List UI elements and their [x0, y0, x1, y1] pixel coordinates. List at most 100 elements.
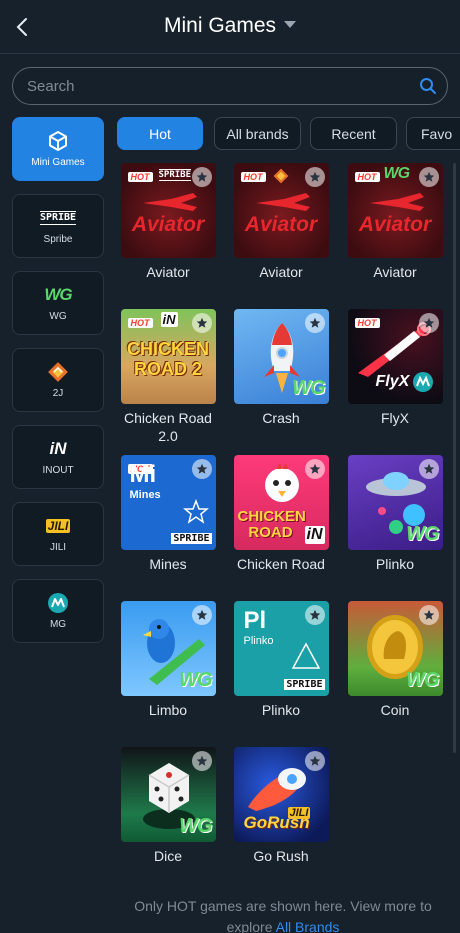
game-name: Plinko	[261, 702, 301, 718]
game-name: Coin	[380, 702, 410, 718]
game-name: Dice	[153, 848, 182, 864]
all-brands-link[interactable]: All Brands	[276, 919, 340, 933]
favorite-star-icon[interactable]	[418, 459, 439, 479]
scrollbar[interactable]	[453, 163, 456, 753]
sidebar-item-mini-games[interactable]: Mini Games	[12, 117, 104, 181]
tab-hot[interactable]: Hot	[117, 117, 203, 150]
wg-logo: WG	[44, 285, 72, 304]
cube-icon	[48, 130, 68, 152]
search-input[interactable]	[13, 68, 413, 104]
game-card-chicken-road-2[interactable]: HOT iN CHICKEN ROAD 2 Chicken Road 2.0	[118, 309, 218, 445]
game-card-plinko[interactable]: WG Plinko	[345, 455, 445, 573]
game-name: Plinko	[375, 556, 415, 572]
tab-recent[interactable]: Recent	[310, 117, 397, 150]
sidebar-item-label: JILI	[49, 542, 67, 553]
favorite-star-icon[interactable]	[191, 313, 212, 333]
game-card-dice[interactable]: WG Dice	[118, 747, 218, 865]
game-name: Chicken Road 2.0	[124, 410, 212, 444]
game-art-subtitle: Plinko	[243, 635, 274, 647]
sidebar-item-label: WG	[49, 311, 67, 322]
game-name: Go Rush	[253, 848, 309, 864]
game-art-title: CHICKEN ROAD 2	[126, 339, 209, 379]
game-thumbnail: HOT Aviator	[233, 163, 329, 258]
page-title-dropdown[interactable]: Mini Games	[0, 14, 460, 38]
tab-favorites[interactable]: Favo	[406, 117, 460, 150]
brand-mark: SPRIBE	[171, 533, 212, 544]
game-card-crash[interactable]: WG Crash	[231, 309, 331, 427]
sidebar-item-label: 2J	[52, 388, 64, 399]
game-card-limbo[interactable]: WG Limbo	[118, 601, 218, 719]
game-name: Crash	[262, 410, 300, 426]
game-card-chicken-road[interactable]: CHICKEN ROAD iN Chicken Road	[231, 455, 331, 573]
search-icon[interactable]	[419, 77, 437, 95]
favorite-star-icon[interactable]	[191, 605, 212, 625]
favorite-star-icon[interactable]	[304, 751, 325, 771]
game-name: Chicken Road	[237, 556, 325, 572]
page-title: Mini Games	[163, 14, 277, 37]
sidebar-item-mg[interactable]: MG	[12, 579, 104, 643]
tab-all-brands[interactable]: All brands	[214, 117, 301, 150]
plane-icon	[142, 193, 197, 211]
brand-mark: WG	[292, 377, 325, 399]
favorite-star-icon[interactable]	[304, 313, 325, 333]
game-thumbnail: HOT FlyX	[347, 309, 443, 404]
game-card-mines[interactable]: HOT Mi Mines SPRIBE Mines	[118, 455, 218, 573]
favorite-star-icon[interactable]	[191, 751, 212, 771]
game-thumbnail: HOT Mi Mines SPRIBE	[120, 455, 216, 550]
favorite-star-icon[interactable]	[304, 605, 325, 625]
brand-mark: WG	[179, 669, 212, 691]
sidebar-item-spribe[interactable]: SPRIBE Spribe	[12, 194, 104, 258]
game-thumbnail: HOT iN CHICKEN ROAD 2	[120, 309, 216, 404]
plane-icon	[255, 193, 310, 211]
game-art-title: FlyX	[375, 373, 410, 390]
game-art-title: Mi	[129, 461, 157, 488]
game-name: Mines	[149, 556, 187, 572]
favorite-star-icon[interactable]	[418, 605, 439, 625]
favorite-star-icon[interactable]	[418, 313, 439, 333]
brand-mark: iN	[304, 526, 325, 544]
game-card-coin[interactable]: WG Coin	[345, 601, 445, 719]
sidebar-item-label: Spribe	[43, 234, 73, 245]
game-name: Limbo	[148, 702, 188, 718]
game-art-title: Aviator	[131, 213, 205, 236]
game-thumbnail: WG	[233, 309, 329, 404]
brand-mark: SPRIBE	[284, 679, 325, 690]
brand-mark: SPRIBE	[158, 169, 192, 181]
chicken-icon	[264, 463, 299, 502]
sidebar-item-2j[interactable]: 2J	[12, 348, 104, 412]
favorite-star-icon[interactable]	[191, 459, 212, 479]
hot-badge: HOT	[354, 172, 380, 182]
game-card-aviator[interactable]: HOT SPRIBE Aviator Aviator	[118, 163, 218, 281]
sidebar-item-label: INOUT	[42, 465, 74, 476]
footer-note: Only HOT games are shown here. View more…	[118, 896, 448, 933]
favorite-star-icon[interactable]	[191, 167, 212, 187]
favorite-star-icon[interactable]	[304, 167, 325, 187]
sidebar-item-label: MG	[49, 619, 67, 630]
game-card-plinko-spribe[interactable]: Pl Plinko SPRIBE Plinko	[231, 601, 331, 719]
sidebar-item-jili[interactable]: JILI JILI	[12, 502, 104, 566]
hot-badge: HOT	[127, 172, 153, 182]
game-art-subtitle: Mines	[129, 489, 161, 501]
brand-mark: WG	[383, 165, 411, 182]
star-outline-icon	[182, 499, 209, 524]
favorite-star-icon[interactable]	[418, 167, 439, 187]
game-thumbnail: WG	[347, 601, 443, 696]
sidebar-item-wg[interactable]: WG WG	[12, 271, 104, 335]
game-card-aviator[interactable]: HOT WG Aviator Aviator	[345, 163, 445, 281]
game-thumbnail: GoRush JILI	[233, 747, 329, 842]
spribe-logo: SPRIBE	[39, 211, 77, 225]
game-card-aviator[interactable]: HOT Aviator Aviator	[231, 163, 331, 281]
game-name: Aviator	[259, 264, 303, 280]
favorite-star-icon[interactable]	[304, 459, 325, 479]
game-card-flyx[interactable]: HOT FlyX FlyX	[345, 309, 445, 427]
game-name: FlyX	[381, 410, 409, 426]
brand-mark: JILI	[287, 807, 311, 819]
game-art-title: Aviator	[244, 213, 318, 236]
game-card-go-rush[interactable]: GoRush JILI Go Rush	[231, 747, 331, 865]
filter-tabs: Hot All brands Recent Favo	[117, 117, 460, 151]
brand-mark: WG	[406, 523, 439, 545]
game-art-title: Pl	[243, 607, 267, 634]
hot-badge: HOT	[127, 318, 153, 328]
game-name: Aviator	[146, 264, 190, 280]
sidebar-item-inout[interactable]: iN INOUT	[12, 425, 104, 489]
